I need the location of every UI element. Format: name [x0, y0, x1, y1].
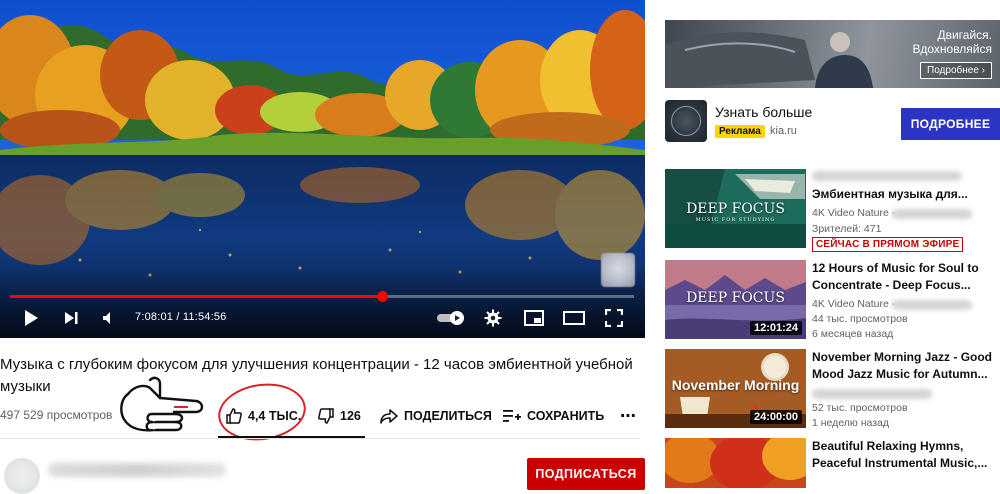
ad-banner-more-button[interactable]: Подробнее › [920, 62, 992, 79]
ad-badge: Реклама [715, 125, 765, 138]
recommendation-item[interactable]: Beautiful Relaxing Hymns, Peaceful Instr… [665, 438, 1000, 488]
ad-cta-button[interactable]: ПОДРОБНЕЕ [901, 108, 1000, 140]
title-blurred [812, 171, 962, 181]
divider [0, 438, 640, 439]
share-label: ПОДЕЛИТЬСЯ [404, 409, 492, 423]
video-duration: 12:01:24 [749, 321, 802, 335]
view-count: 497 529 просмотров [0, 408, 113, 422]
video-player[interactable]: 7:08:01 / 11:54:56 [0, 0, 645, 338]
progress-scrubber[interactable] [377, 291, 388, 302]
theater-mode-button[interactable] [562, 306, 586, 330]
progress-bar[interactable] [10, 291, 634, 302]
channel-blurred[interactable] [812, 389, 932, 399]
recommendation-meta: Зрителей: 471 [812, 223, 882, 235]
gear-icon [484, 309, 502, 327]
more-actions-icon: ⋯ [620, 408, 636, 425]
ad-banner[interactable]: Двигайся. Вдохновляйся Подробнее › [665, 20, 1000, 88]
recommendation-age: 6 месяцев назад [812, 328, 894, 340]
channel-blurred [892, 300, 972, 310]
save-button[interactable]: СОХРАНИТЬ [503, 402, 604, 430]
thumbnail-text: DEEP FOCUS [686, 201, 785, 217]
recommendation-thumbnail[interactable]: November Morning 24:00:00 [665, 349, 806, 428]
play-button[interactable] [20, 306, 42, 330]
miniplayer-button[interactable] [522, 306, 546, 330]
autoplay-toggle[interactable] [436, 306, 466, 330]
like-button[interactable]: 4,4 ТЫС. [226, 402, 301, 430]
like-dislike-bar [218, 436, 365, 438]
thumbnail-subtext: MUSIC FOR STUDYING [695, 217, 776, 223]
fullscreen-icon [605, 309, 623, 327]
next-button[interactable] [60, 306, 82, 330]
save-label: СОХРАНИТЬ [527, 409, 605, 423]
channel-watermark[interactable] [601, 253, 635, 287]
recommendation-title-line2[interactable]: Peaceful Instrumental Music,... [812, 455, 1000, 472]
miniplayer-icon [524, 310, 544, 326]
video-duration: 24:00:00 [749, 410, 802, 424]
video-title: Музыка с глубоким фокусом для улучшения … [0, 356, 633, 395]
recommendation-views: 52 тыс. просмотров [812, 402, 908, 414]
recommendation-thumbnail[interactable]: DEEP FOCUS MUSIC FOR STUDYING [665, 169, 806, 248]
settings-button[interactable] [482, 306, 504, 330]
share-icon [380, 409, 398, 424]
subscribe-button[interactable]: ПОДПИСАТЬСЯ [527, 458, 645, 490]
more-actions-button[interactable]: ⋯ [620, 402, 636, 430]
ad-tagline-line1: Двигайся. [937, 28, 992, 42]
time-display: 7:08:01 / 11:54:56 [135, 311, 227, 323]
recommendation-age: 1 неделю назад [812, 417, 890, 429]
live-badge: СЕЙЧАС В ПРЯМОМ ЭФИРЕ [812, 237, 964, 252]
recommendation-title-line2[interactable]: Concentrate - Deep Focus... [812, 277, 1000, 294]
recommendation-views: 44 тыс. просмотров [812, 313, 908, 325]
thumbs-up-icon [226, 408, 242, 424]
ad-tagline: Двигайся. Вдохновляйся [912, 28, 992, 56]
thumbnail-text: November Morning [671, 377, 800, 393]
recommendation-thumbnail[interactable]: DEEP FOCUS 12:01:24 [665, 260, 806, 339]
recommendation-title-line1[interactable]: 12 Hours of Music for Soul to [812, 260, 1000, 277]
volume-icon [103, 312, 110, 324]
channel-name-blurred[interactable] [48, 463, 226, 477]
like-count: 4,4 ТЫС. [248, 409, 302, 423]
skip-next-icon [65, 312, 78, 324]
controls-gradient [0, 268, 645, 338]
ad-domain: kia.ru [770, 125, 797, 137]
channel-blurred [892, 209, 972, 219]
recommendation-channel[interactable]: 4K Video Nature - [812, 207, 895, 219]
channel-avatar[interactable] [4, 458, 40, 494]
share-button[interactable]: ПОДЕЛИТЬСЯ [380, 402, 492, 430]
dislike-count: 126 [340, 409, 361, 423]
thumbnail-image [665, 438, 806, 488]
recommendation-item[interactable]: DEEP FOCUS MUSIC FOR STUDYING Эмбиентная… [665, 169, 1000, 252]
recommendation-title-line1[interactable]: November Morning Jazz - Good [812, 349, 1000, 366]
thumbs-down-icon [318, 408, 334, 424]
playlist-add-icon [503, 410, 521, 422]
recommendation-title-line1[interactable]: Beautiful Relaxing Hymns, [812, 438, 1000, 455]
volume-button[interactable] [98, 306, 120, 330]
pointing-hand-icon [120, 376, 204, 432]
recommendation-thumbnail[interactable] [665, 438, 806, 488]
thumbnail-text: DEEP FOCUS [686, 290, 785, 306]
recommendation-title[interactable]: Эмбиентная музыка для... [812, 186, 1000, 203]
recommendation-channel[interactable]: 4K Video Nature - [812, 298, 895, 310]
progress-played [10, 295, 382, 298]
fullscreen-button[interactable] [603, 306, 625, 330]
ad-tagline-line2: Вдохновляйся [912, 42, 992, 56]
autoplay-toggle-icon [437, 311, 464, 325]
dislike-button[interactable]: 126 [318, 402, 361, 430]
play-icon [25, 310, 38, 326]
ad-title[interactable]: Узнать больше [715, 104, 812, 120]
recommendation-item[interactable]: November Morning 24:00:00 November Morni… [665, 349, 1000, 431]
recommendation-title-line2[interactable]: Mood Jazz Music for Autumn... [812, 366, 1000, 383]
theater-mode-icon [563, 311, 585, 325]
recommendation-item[interactable]: DEEP FOCUS 12:01:24 12 Hours of Music fo… [665, 260, 1000, 342]
ad-logo-ring [671, 106, 701, 136]
